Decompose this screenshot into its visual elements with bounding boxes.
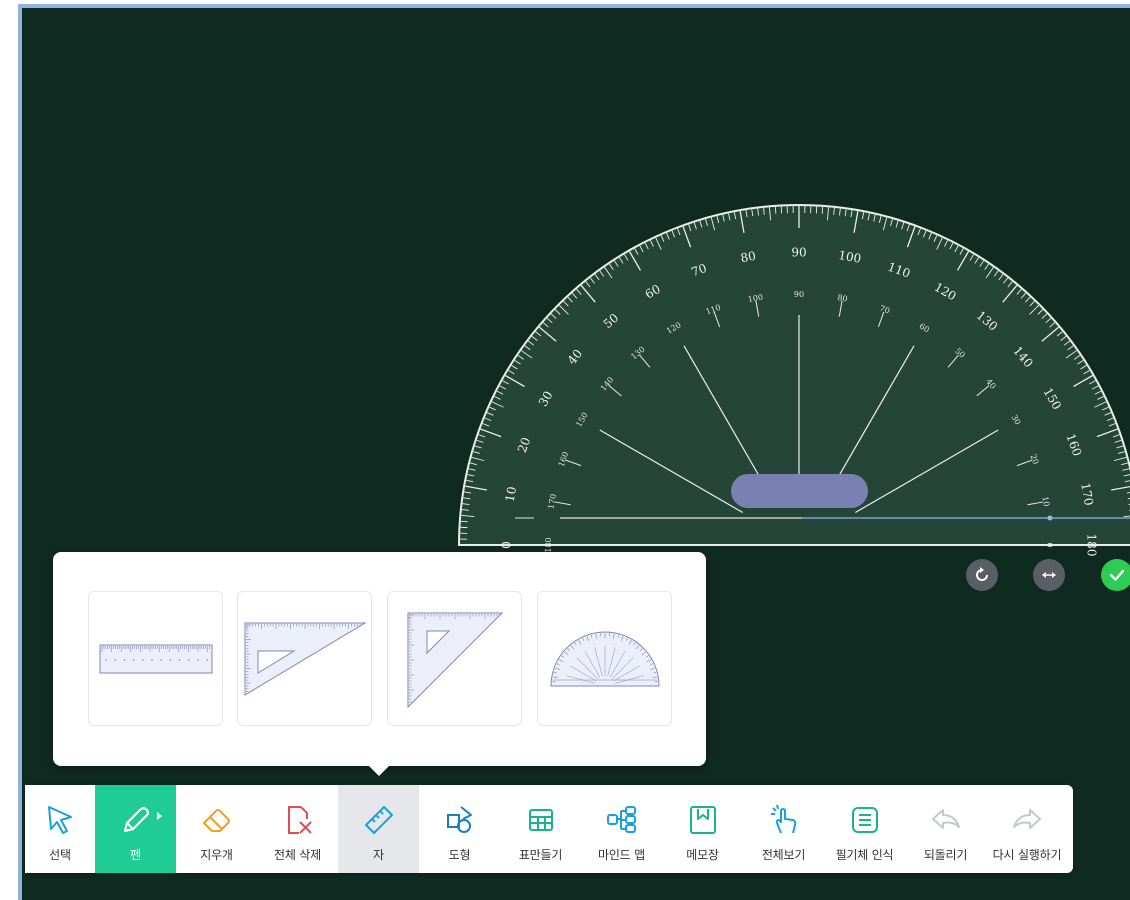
redo-label: 다시 실행하기 bbox=[992, 848, 1062, 862]
board-canvas[interactable]: 01020304050607080 90 100110120130140150160… bbox=[22, 8, 1130, 900]
protractor-outer-label: 180 bbox=[1085, 534, 1099, 557]
handwriting-recognition-button[interactable]: 필기체 인식 bbox=[824, 785, 905, 873]
ruler-options-panel bbox=[53, 552, 706, 776]
shape-tool-label: 도형 bbox=[448, 848, 471, 862]
handwriting-recognition-label: 필기체 인식 bbox=[835, 848, 894, 862]
memo-button[interactable]: 메모장 bbox=[662, 785, 743, 873]
protractor-inner-label: 180 bbox=[544, 537, 553, 552]
straight-ruler-icon bbox=[99, 644, 212, 673]
protractor-inner-label: 80 bbox=[837, 293, 849, 304]
ruler-icon bbox=[364, 806, 393, 834]
rotate-button[interactable] bbox=[966, 559, 998, 591]
baseline-marker bbox=[1047, 515, 1053, 521]
pen-options-caret-icon[interactable] bbox=[157, 812, 162, 820]
straight-ruler-option[interactable] bbox=[88, 591, 223, 726]
memo-label: 메모장 bbox=[686, 848, 719, 862]
clear-all-icon bbox=[287, 806, 312, 834]
protractor-outer-label: 80 bbox=[739, 249, 756, 265]
mind-map-icon bbox=[606, 806, 636, 833]
protractor-icon bbox=[549, 631, 660, 686]
shapes-icon bbox=[446, 806, 472, 833]
memo-icon bbox=[689, 806, 716, 834]
rotate-icon bbox=[976, 567, 988, 581]
select-tool-label: 선택 bbox=[49, 848, 71, 862]
ruler-tool-label: 자 bbox=[373, 848, 384, 862]
protractor-drag-handle[interactable] bbox=[731, 474, 868, 508]
triangle-ruler-45-option[interactable] bbox=[387, 591, 522, 726]
pen-tool-label: 펜 bbox=[130, 848, 141, 862]
view-all-label: 전체보기 bbox=[761, 848, 806, 862]
protractor[interactable]: 01020304050607080 90 100110120130140150160… bbox=[457, 204, 1130, 557]
protractor-outer-label: 90 bbox=[791, 246, 806, 260]
protractor-inner-label: 90 bbox=[794, 290, 804, 299]
handwriting-icon bbox=[851, 807, 878, 833]
bottom-toolbar: 선택 펜 지우개 전체 삭제 자 도형 표만들기 마인드 맵 메모장 전체보기 … bbox=[25, 785, 1073, 873]
select-tool-button[interactable]: 선택 bbox=[25, 785, 95, 873]
triangle-ruler-30-60-option[interactable] bbox=[237, 591, 372, 726]
undo-label: 되돌리기 bbox=[923, 848, 968, 862]
protractor-inner-label: 0 bbox=[1045, 542, 1054, 547]
mind-map-label: 마인드 맵 bbox=[598, 848, 645, 862]
flip-horizontal-icon bbox=[1042, 572, 1056, 578]
view-all-icon bbox=[770, 804, 796, 834]
protractor-outer-label: 0 bbox=[500, 541, 514, 549]
panel-pointer bbox=[369, 766, 389, 776]
ruler-tool-button[interactable]: 자 bbox=[338, 785, 419, 873]
protractor-outer-label: 10 bbox=[503, 485, 519, 502]
check-icon bbox=[1109, 569, 1125, 581]
protractor-option[interactable] bbox=[537, 591, 672, 726]
protractor-inner-label: 10 bbox=[1040, 496, 1051, 508]
table-icon bbox=[528, 809, 553, 831]
undo-icon bbox=[931, 809, 960, 829]
confirm-button[interactable] bbox=[1101, 559, 1130, 591]
eraser-icon bbox=[202, 809, 230, 832]
pen-tool-button[interactable]: 펜 bbox=[95, 785, 176, 873]
triangle-ruler-45-icon bbox=[407, 612, 503, 708]
view-all-button[interactable]: 전체보기 bbox=[743, 785, 824, 873]
clear-all-button[interactable]: 전체 삭제 bbox=[257, 785, 338, 873]
flip-button[interactable] bbox=[1033, 559, 1065, 591]
eraser-tool-label: 지우개 bbox=[200, 848, 233, 862]
mind-map-button[interactable]: 마인드 맵 bbox=[581, 785, 662, 873]
table-tool-button[interactable]: 표만들기 bbox=[500, 785, 581, 873]
pen-icon bbox=[123, 807, 149, 833]
eraser-tool-button[interactable]: 지우개 bbox=[176, 785, 257, 873]
triangle-ruler-30-60-icon bbox=[244, 622, 367, 696]
shape-tool-button[interactable]: 도형 bbox=[419, 785, 500, 873]
redo-icon bbox=[1013, 809, 1041, 829]
clear-all-label: 전체 삭제 bbox=[274, 848, 321, 862]
undo-button[interactable]: 되돌리기 bbox=[905, 785, 986, 873]
cursor-icon bbox=[48, 806, 72, 834]
redo-button[interactable]: 다시 실행하기 bbox=[986, 785, 1068, 873]
table-tool-label: 표만들기 bbox=[518, 848, 563, 862]
